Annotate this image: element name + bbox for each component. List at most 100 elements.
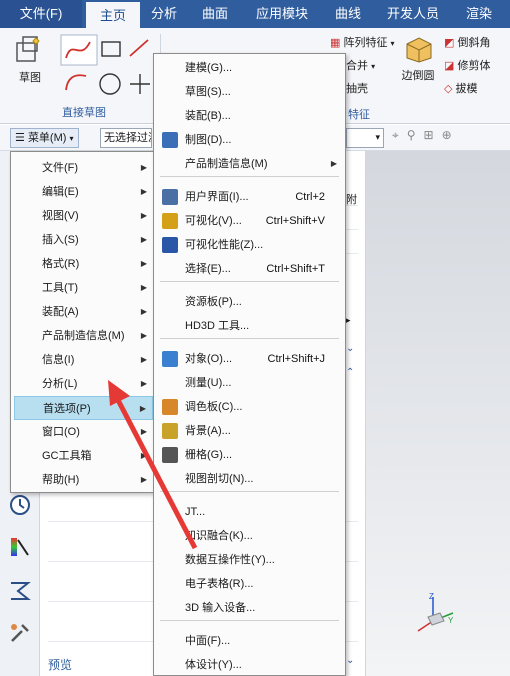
edge-blend-icon [406, 37, 432, 63]
menu-button[interactable]: ☰ 菜单(M) ▾ [10, 128, 79, 148]
main-menu-item[interactable]: 产品制造信息(M) ▶ [14, 324, 153, 348]
drafting-icon [162, 132, 178, 148]
preferences-menu-item[interactable]: 中面(F)... [156, 629, 343, 653]
role-icon[interactable] [8, 579, 32, 603]
preferences-menu-item[interactable]: 用户界面(I)... Ctrl+2 [156, 185, 343, 209]
ribbon-tab-bar: 文件(F) 主页 分析 曲面 应用模块 曲线 开发人员 渲染 [0, 0, 510, 28]
tab-curve[interactable]: 曲线 [326, 0, 370, 28]
menu-separator [160, 620, 339, 621]
graphics-viewport[interactable]: Z Y [366, 151, 510, 676]
tab-file[interactable]: 文件(F) [0, 0, 82, 28]
history-clock-icon[interactable] [8, 493, 32, 517]
selection-scope-dropdown[interactable]: ▾ [346, 128, 384, 148]
menu-item-label: JT... [185, 506, 206, 518]
preferences-menu-item[interactable]: 可视化(V)... Ctrl+Shift+V [156, 209, 343, 233]
preferences-menu-item[interactable]: 产品制造信息(M) ▶ [156, 152, 343, 176]
draft-button[interactable]: ◇ 拔模 [444, 80, 478, 96]
menu-item-label: 编辑(E) [42, 186, 79, 198]
main-menu-item[interactable]: 格式(R) ▶ [14, 252, 153, 276]
merge-button[interactable]: 合并 ▾ [346, 57, 375, 73]
preferences-menu-item[interactable]: 测量(U)... [156, 371, 343, 395]
menu-item-label: 装配(A) [42, 306, 79, 318]
menu-item-label: 分析(L) [42, 378, 78, 390]
preferences-menu-item[interactable]: 调色板(C)... [156, 395, 343, 419]
tab-render[interactable]: 渲染 [456, 0, 502, 28]
preferences-menu-item[interactable]: 资源板(P)... [156, 290, 343, 314]
tab-developer[interactable]: 开发人员 [378, 0, 448, 28]
edge-blend-button[interactable]: 边倒圆 [398, 34, 438, 83]
preferences-menu-item[interactable]: 装配(B)... [156, 104, 343, 128]
chevron-up-icon[interactable]: ⌃ [346, 367, 354, 378]
preferences-menu-item[interactable]: 对象(O)... Ctrl+Shift+J [156, 347, 343, 371]
edge-blend-label: 边倒圆 [401, 70, 435, 82]
chevron-down-icon[interactable]: ⌄ [346, 655, 354, 666]
main-menu-item[interactable]: 工具(T) ▶ [14, 276, 153, 300]
main-menu-item[interactable]: 首选项(P) ▶ [14, 396, 153, 420]
preferences-menu-item[interactable]: 草图(S)... [156, 80, 343, 104]
chevron-right-icon[interactable]: ▸ [346, 315, 351, 326]
array-feature-button[interactable]: ▦ 阵列特征 ▾ [330, 34, 395, 50]
tab-application[interactable]: 应用模块 [246, 0, 318, 28]
preferences-menu-item[interactable]: 体设计(Y)... [156, 653, 343, 676]
main-menu-item[interactable]: 帮助(H) ▶ [14, 468, 153, 492]
main-menu-item[interactable]: 编辑(E) ▶ [14, 180, 153, 204]
preferences-menu-item[interactable]: 3D 输入设备... [156, 596, 343, 620]
snap-tools-icons[interactable]: ⌖⚲⊞⊕ [392, 128, 510, 148]
preferences-menu-item[interactable]: 选择(E)... Ctrl+Shift+T [156, 257, 343, 281]
palette-icon[interactable] [8, 535, 32, 559]
shell-button[interactable]: 抽壳 [346, 80, 368, 96]
point-icon[interactable] [130, 74, 150, 94]
main-menu-item[interactable]: 插入(S) ▶ [14, 228, 153, 252]
tools-icon[interactable] [8, 621, 32, 645]
tab-home[interactable]: 主页 [86, 0, 140, 28]
main-menu-item[interactable]: 装配(A) ▶ [14, 300, 153, 324]
preferences-menu-item[interactable]: 背景(A)... [156, 419, 343, 443]
preferences-menu-item[interactable]: 制图(D)... [156, 128, 343, 152]
preferences-menu-item[interactable]: JT... [156, 500, 343, 524]
menu-item-label: 调色板(C)... [185, 401, 243, 413]
chevron-right-icon: ▶ [140, 451, 147, 460]
preferences-menu-item[interactable]: 可视化性能(Z)... [156, 233, 343, 257]
line-icon[interactable] [129, 39, 149, 57]
main-menu-item[interactable]: 窗口(O) ▶ [14, 420, 153, 444]
array-icon: ▦ [330, 37, 341, 49]
preferences-menu-item[interactable]: 知识融合(K)... [156, 524, 343, 548]
arc-icon[interactable] [65, 74, 87, 91]
menu-item-label: 对象(O)... [185, 353, 233, 365]
preview-section-label[interactable]: 预览 [48, 656, 72, 673]
menu-item-label: 栅格(G)... [185, 449, 233, 461]
preferences-menu-item[interactable]: 视图剖切(N)... [156, 467, 343, 491]
chevron-down-icon: ▾ [69, 134, 74, 143]
main-menu-item[interactable]: 文件(F) ▶ [14, 156, 153, 180]
trim-body-label: 修剪体 [457, 60, 491, 72]
chevron-down-icon[interactable]: ⌄ [346, 343, 354, 354]
tab-analysis[interactable]: 分析 [142, 0, 186, 28]
draft-icon: ◇ [444, 83, 453, 95]
sketch-curve-gallery [60, 34, 156, 98]
chamfer-button[interactable]: ◩ 倒斜角 [444, 34, 490, 50]
menu-item-label: 工具(T) [42, 282, 79, 294]
sketch-button[interactable]: 草图 [8, 34, 52, 85]
preferences-menu-item[interactable]: 电子表格(R)... [156, 572, 343, 596]
palette-icon [162, 399, 178, 415]
chevron-right-icon: ▶ [140, 163, 147, 172]
chevron-down-icon: ▾ [375, 132, 380, 142]
main-menu-item[interactable]: 信息(I) ▶ [14, 348, 153, 372]
preferences-menu-item[interactable]: 数据互操作性(Y)... [156, 548, 343, 572]
main-menu-item[interactable]: 分析(L) ▶ [14, 372, 153, 396]
menu-item-label: 知识融合(K)... [185, 530, 253, 542]
main-menu-dropdown: 文件(F) ▶ 编辑(E) ▶ 视图(V) ▶ 插入(S) ▶ 格式(R) ▶ 工具(T) ▶ 装配(A… [10, 151, 155, 493]
preferences-menu-item[interactable]: HD3D 工具... [156, 314, 343, 338]
main-menu-item[interactable]: GC工具箱 ▶ [14, 444, 153, 468]
menu-item-label: 产品制造信息(M) [185, 158, 268, 170]
selection-filter-dropdown[interactable]: 无选择过滤器 [100, 128, 152, 148]
main-menu-item[interactable]: 视图(V) ▶ [14, 204, 153, 228]
rectangle-icon[interactable] [101, 41, 121, 57]
preferences-menu-item[interactable]: 建模(G)... [156, 56, 343, 80]
circle-icon[interactable] [99, 73, 121, 95]
tab-surface[interactable]: 曲面 [192, 0, 238, 28]
preferences-menu-item[interactable]: 栅格(G)... [156, 443, 343, 467]
trim-body-button[interactable]: ◪ 修剪体 [444, 57, 490, 73]
menu-item-label: 背景(A)... [185, 425, 231, 437]
menu-item-label: GC工具箱 [42, 450, 92, 462]
